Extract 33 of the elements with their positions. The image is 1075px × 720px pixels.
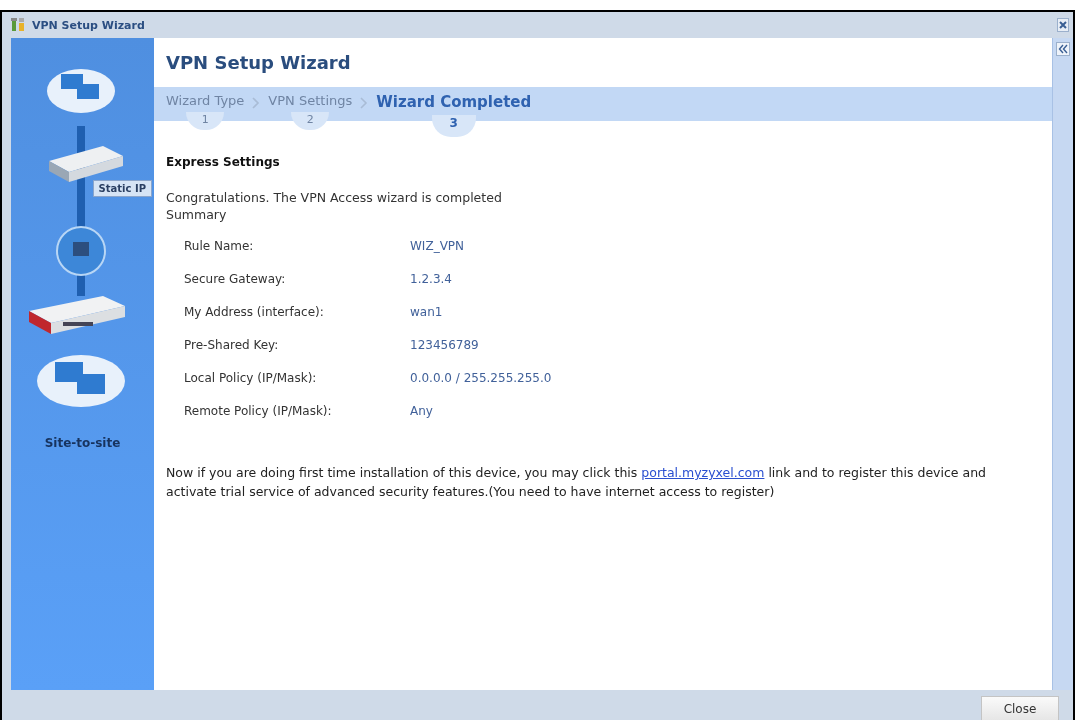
summary-label: Summary [166,206,228,223]
completion-message: Congratulations. The VPN Access wizard is completed [166,189,503,206]
step-label: VPN Settings [268,93,353,108]
section-title: Express Settings [166,155,281,169]
summary-label-text: Pre-Shared Key: [184,337,280,352]
summary-value: wan1 [410,304,443,319]
summary-label-text: Local Policy (IP/Mask): [184,370,318,385]
connection-type-label: Static IP [92,180,152,197]
mode-label: Site-to-site [44,436,121,450]
summary-value: Any [410,403,433,418]
summary-label-text: Rule Name: [184,238,255,253]
step-label: Wizard Type [166,93,245,108]
tools-icon [10,17,26,33]
close-button[interactable]: Close [981,696,1059,720]
summary-value: 123456789 [410,337,479,352]
summary-label-text: My Address (interface): [184,304,325,319]
summary-value: 1.2.3.4 [410,271,452,286]
step-label: Wizard Completed [376,93,532,111]
chevron-icon [360,97,369,109]
summary-value: WIZ_VPN [410,238,465,253]
summary-label-text: Secure Gateway: [184,271,287,286]
page-heading: VPN Setup Wizard [165,51,352,75]
registration-note: Now if you are doing first time installation of this device, you may click this portal.myzyxel.com link and to register this device and activate trial service of advanced security features.(You need to have internet access to register) [166,464,987,501]
summary-value: 0.0.0.0 / 255.255.255.0 [410,370,552,385]
step-number: 1 [186,112,225,130]
step-number: 2 [291,112,330,130]
window-title: VPN Setup Wizard [32,18,145,32]
close-icon[interactable] [1057,18,1069,32]
summary-label-text: Remote Policy (IP/Mask): [184,403,333,418]
chevron-icon [252,97,261,109]
double-chevron-icon[interactable] [1056,42,1070,56]
step-number: 3 [431,115,476,137]
portal-link[interactable]: portal.myzyxel.com [641,465,765,480]
